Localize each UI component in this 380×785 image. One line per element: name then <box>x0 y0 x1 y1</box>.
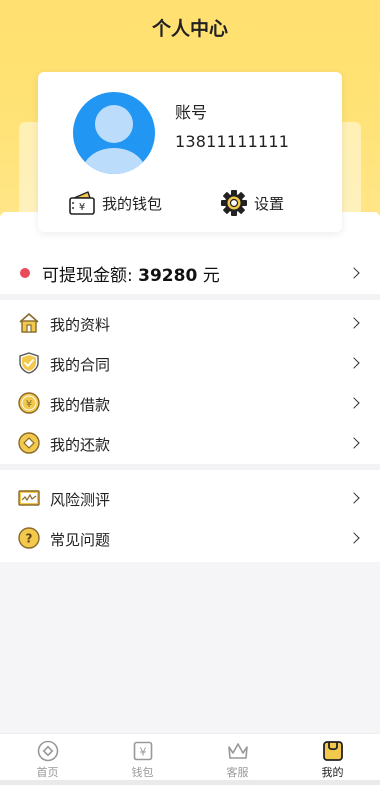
withdrawable-amount-text: 可提现金额: 39280 元 <box>42 261 220 286</box>
tab-home[interactable]: 首页 <box>0 734 95 780</box>
profile-card-icon <box>322 741 343 761</box>
status-dot <box>20 268 30 278</box>
house-icon <box>19 313 39 333</box>
menu-label: 我的资料 <box>50 316 111 334</box>
chevron-right-icon <box>348 267 360 279</box>
menu-label: 常见问题 <box>50 531 111 549</box>
chart-card-icon <box>18 490 40 506</box>
coin-icon <box>18 432 40 454</box>
bottom-tab-bar: 首页 ¥ 钱包 客服 我的 <box>0 733 380 780</box>
divider <box>0 464 380 470</box>
menu-label: 我的借款 <box>50 396 111 414</box>
withdraw-label: 可提现金额: <box>42 266 139 286</box>
gear-icon <box>221 190 247 216</box>
tab-label: 首页 <box>36 766 59 779</box>
menu-label: 我的合同 <box>50 356 111 374</box>
withdrawable-amount-row[interactable]: 可提现金额: 39280 元 <box>0 252 380 294</box>
avatar[interactable] <box>73 92 155 174</box>
home-circle-icon <box>37 740 58 762</box>
yen-wallet-icon: ¥ <box>133 741 152 761</box>
tab-label: 客服 <box>226 766 249 779</box>
chevron-right-icon <box>348 532 360 544</box>
menu-item-my-profile[interactable]: 我的资料 <box>0 303 380 343</box>
question-icon: ? <box>18 527 40 549</box>
chevron-right-icon <box>348 357 360 369</box>
shield-check-icon <box>19 352 39 374</box>
chevron-right-icon <box>348 437 360 449</box>
my-wallet-label: 我的钱包 <box>102 194 163 213</box>
menu-label: 我的还款 <box>50 436 111 454</box>
divider <box>0 294 380 300</box>
svg-text:¥: ¥ <box>26 399 32 410</box>
tab-wallet[interactable]: ¥ 钱包 <box>95 734 190 780</box>
menu-label: 风险测评 <box>50 491 111 509</box>
page-title: 个人中心 <box>151 18 228 40</box>
tab-mine[interactable]: 我的 <box>285 734 380 780</box>
svg-text:¥: ¥ <box>79 202 85 213</box>
settings-button[interactable]: 设置 <box>220 188 284 218</box>
my-wallet-button[interactable]: ¥ 我的钱包 <box>68 188 162 218</box>
tab-customer-service[interactable]: 客服 <box>190 734 285 780</box>
tab-label: 我的 <box>321 766 344 779</box>
yen-coin-icon: ¥ <box>18 392 40 414</box>
menu-item-my-contract[interactable]: 我的合同 <box>0 343 380 383</box>
settings-label: 设置 <box>254 194 285 213</box>
wallet-icon: ¥ <box>69 191 95 215</box>
menu-item-my-repayments[interactable]: 我的还款 <box>0 423 380 463</box>
withdraw-amount: 39280 <box>138 266 198 286</box>
chevron-right-icon <box>348 317 360 329</box>
home-indicator-strip <box>0 780 380 785</box>
withdraw-unit: 元 <box>197 266 220 286</box>
chevron-right-icon <box>348 492 360 504</box>
svg-text:¥: ¥ <box>139 746 146 759</box>
chevron-right-icon <box>348 397 360 409</box>
account-label: 账号 <box>175 103 208 122</box>
svg-text:?: ? <box>26 532 33 546</box>
crown-icon <box>227 743 248 759</box>
account-number: 13811111111 <box>175 132 290 151</box>
menu-item-faq[interactable]: ? 常见问题 <box>0 518 380 558</box>
tab-label: 钱包 <box>131 766 154 779</box>
profile-card: 账号 13811111111 ¥ 我的钱包 设置 <box>38 72 342 232</box>
menu-item-risk-assessment[interactable]: 风险测评 <box>0 478 380 518</box>
menu-item-my-loans[interactable]: ¥ 我的借款 <box>0 383 380 423</box>
